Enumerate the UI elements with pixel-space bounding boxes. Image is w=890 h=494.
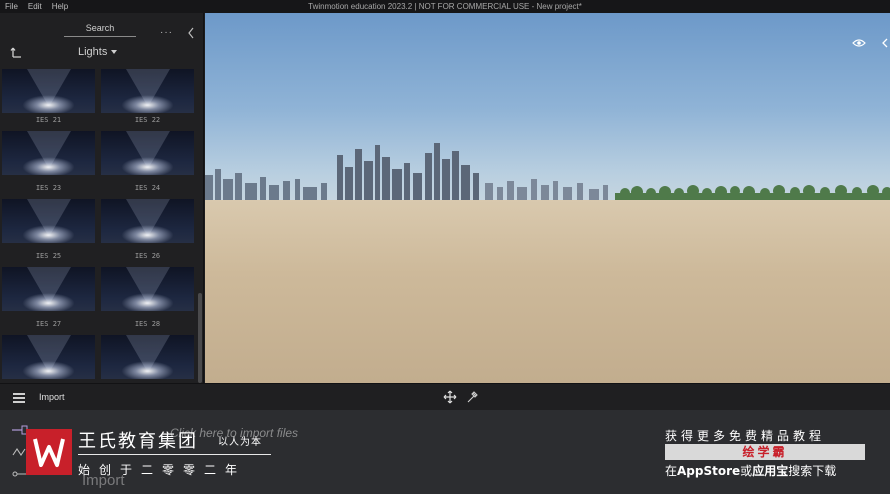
brand-logo (26, 429, 72, 475)
asset-thumb-ies-23[interactable] (2, 131, 95, 175)
import-panel: Click here to import files Import 王氏教育集团… (0, 410, 890, 494)
more-dots-icon[interactable]: ··· (160, 27, 173, 38)
collapse-panel-icon[interactable] (186, 26, 196, 40)
promo-app-name: 绘学霸 (665, 444, 865, 460)
city-skyline (205, 143, 890, 203)
bottom-toolbar: Import (0, 383, 890, 410)
asset-label: IES 22 (134, 116, 161, 124)
asset-label: IES 25 (35, 252, 62, 260)
asset-label: IES 21 (35, 116, 62, 124)
asset-thumb-ies-26[interactable] (101, 199, 194, 243)
asset-thumb-ies-21[interactable] (2, 69, 95, 113)
promo-suffix: 搜索下载 (788, 464, 837, 478)
collapse-right-icon[interactable] (881, 35, 889, 48)
search-underline (64, 36, 136, 37)
promo-line-3: 在AppStore或应用宝搜索下载 (665, 462, 836, 479)
chevron-down-icon (111, 50, 118, 54)
promo-store-2: 应用宝 (752, 464, 789, 478)
asset-thumb-ies-30[interactable] (101, 335, 194, 379)
brand-founded: 始创于二零零二年 (78, 463, 247, 477)
search-input[interactable]: Search (64, 23, 136, 33)
library-panel: Search ··· Lights IES 21 IES 22 IES 23 I… (0, 13, 204, 383)
asset-label: IES 28 (134, 320, 161, 328)
asset-grid: IES 21 IES 22 IES 23 IES 24 IES 25 IES 2… (1, 69, 195, 383)
menu-edit[interactable]: Edit (23, 0, 47, 13)
asset-label: IES 23 (35, 184, 62, 192)
eye-icon[interactable] (852, 35, 866, 47)
hamburger-menu-icon[interactable] (13, 393, 25, 403)
brand-motto: 以人为本 (218, 437, 262, 448)
promo-store-1: AppStore (677, 464, 741, 478)
3d-viewport[interactable] (205, 13, 890, 383)
asset-thumb-ies-29[interactable] (2, 335, 95, 379)
brand-name: 王氏教育集团 (78, 431, 198, 452)
asset-label: IES 27 (35, 320, 62, 328)
asset-label: IES 26 (134, 252, 161, 260)
eyedropper-icon[interactable] (466, 390, 478, 404)
library-scrollbar[interactable] (198, 293, 202, 383)
asset-thumb-ies-22[interactable] (101, 69, 194, 113)
back-arrow-icon[interactable] (10, 45, 24, 59)
asset-label: IES 24 (134, 184, 161, 192)
asset-thumb-ies-28[interactable] (101, 267, 194, 311)
category-dropdown[interactable]: Lights (78, 46, 118, 58)
move-gizmo-icon[interactable] (443, 390, 457, 404)
promo-line-1: 获得更多免费精品教程 (665, 429, 826, 443)
promo-prefix: 在 (665, 464, 678, 478)
ground-plane (205, 200, 890, 383)
brand-divider (78, 454, 271, 455)
import-tab[interactable]: Import (39, 392, 65, 402)
category-label: Lights (78, 46, 108, 58)
menu-help[interactable]: Help (47, 0, 73, 13)
asset-thumb-ies-24[interactable] (101, 131, 194, 175)
asset-thumb-ies-25[interactable] (2, 199, 95, 243)
asset-thumb-ies-27[interactable] (2, 267, 95, 311)
menu-file[interactable]: File (0, 0, 23, 13)
menubar: File Edit Help (0, 0, 890, 13)
promo-or: 或 (740, 464, 753, 478)
